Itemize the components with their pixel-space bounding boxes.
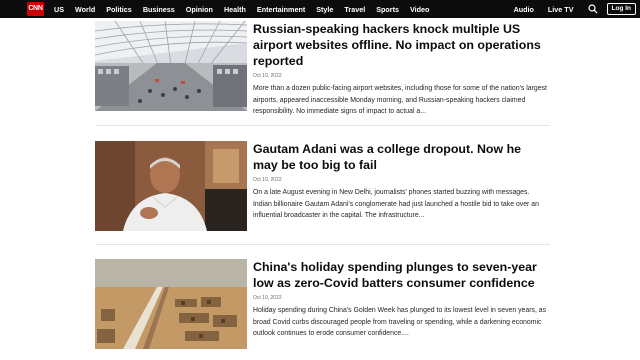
nav-link-world[interactable]: World (75, 5, 95, 14)
article-summary: On a late August evening in New Delhi, j… (253, 189, 539, 220)
article-card: China's holiday spending plunges to seve… (95, 259, 550, 360)
portrait-image (95, 141, 247, 231)
airport-terminal-image (95, 21, 247, 111)
article-headline[interactable]: China's holiday spending plunges to seve… (253, 259, 548, 291)
nav-link-business[interactable]: Business (143, 5, 175, 14)
article-text: China's holiday spending plunges to seve… (253, 259, 548, 340)
nav-link-politics[interactable]: Politics (106, 5, 132, 14)
article-summary: Holiday spending during China's Golden W… (253, 307, 547, 338)
article-date: Oct 10, 2022 (253, 295, 282, 301)
article-thumbnail-china[interactable] (95, 259, 247, 349)
nav-link-travel[interactable]: Travel (344, 5, 365, 14)
cnn-logo[interactable]: CNN (27, 2, 44, 16)
nav-link-health[interactable]: Health (224, 5, 246, 14)
section-nav: US World Politics Business Opinion Healt… (54, 0, 440, 18)
utility-nav: Audio Live TV Log In (514, 0, 640, 18)
divider (95, 125, 550, 126)
article-text: Gautam Adani was a college dropout. Now … (253, 141, 548, 222)
nav-link-audio[interactable]: Audio (514, 5, 534, 14)
article-card: Russian-speaking hackers knock multiple … (95, 21, 550, 131)
nav-link-us[interactable]: US (54, 5, 64, 14)
nav-link-sports[interactable]: Sports (376, 5, 399, 14)
article-text: Russian-speaking hackers knock multiple … (253, 21, 548, 118)
article-headline[interactable]: Russian-speaking hackers knock multiple … (253, 21, 548, 69)
divider (95, 244, 550, 245)
nav-link-opinion[interactable]: Opinion (186, 5, 213, 14)
article-thumbnail-adani[interactable] (95, 141, 247, 231)
nav-link-video[interactable]: Video (410, 5, 429, 14)
article-card: Gautam Adani was a college dropout. Now … (95, 141, 550, 251)
article-headline[interactable]: Gautam Adani was a college dropout. Now … (253, 141, 548, 173)
log-in-button[interactable]: Log In (606, 3, 636, 15)
top-navigation-bar: CNN US World Politics Business Opinion H… (0, 0, 640, 18)
article-thumbnail-airport[interactable] (95, 21, 247, 111)
aerial-field-image (95, 259, 247, 349)
nav-link-style[interactable]: Style (316, 5, 333, 14)
article-date: Oct 10, 2022 (253, 73, 282, 79)
nav-link-entertainment[interactable]: Entertainment (257, 5, 305, 14)
search-icon[interactable] (587, 4, 598, 14)
article-date: Oct 10, 2022 (253, 177, 282, 183)
nav-link-live-tv[interactable]: Live TV (548, 5, 574, 14)
article-summary: More than a dozen public-facing airport … (253, 85, 547, 116)
